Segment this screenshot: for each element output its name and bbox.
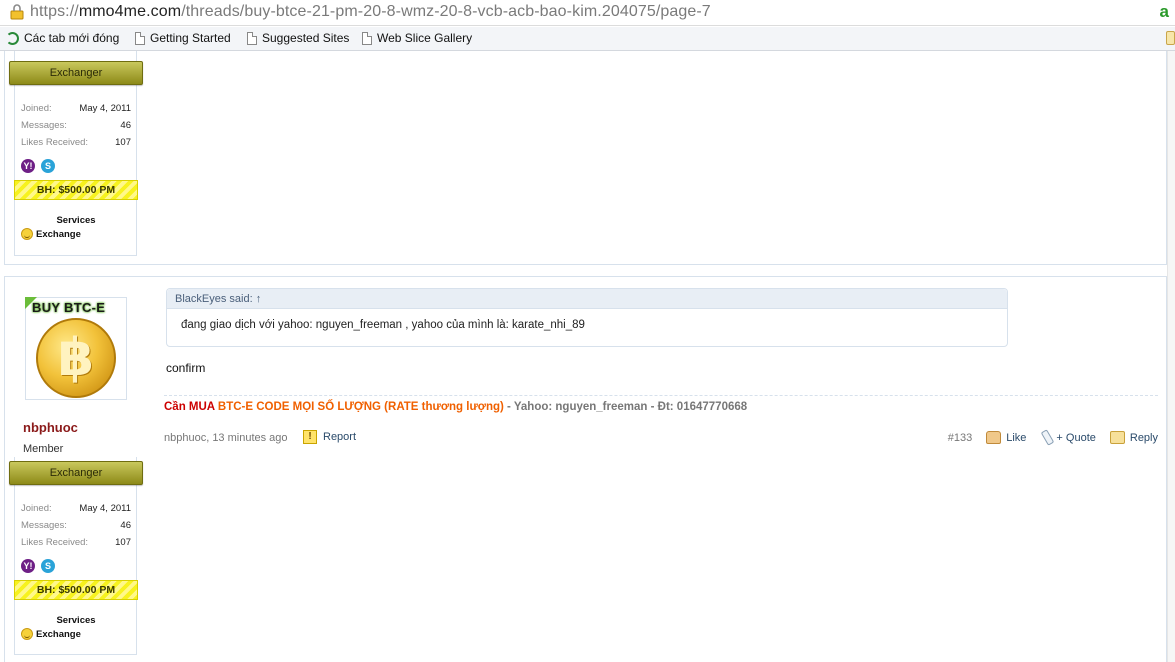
post-meta[interactable]: nbphuoc, 13 minutes ago [164, 432, 288, 444]
services-label: Services [56, 215, 96, 226]
report-button[interactable]: ! Report [303, 430, 356, 444]
like-button[interactable]: Like [986, 431, 1026, 444]
bookmark-closed-tabs[interactable]: Các tab mới đóng [6, 31, 119, 45]
guarantee-badge: BH: $500.00 PM [14, 580, 138, 600]
url-text[interactable]: https://mmo4me.com/threads/buy-btce-21-p… [30, 3, 711, 21]
joined-stat: Joined: May 4, 2011 [21, 103, 131, 114]
likes-stat: Likes Received: 107 [21, 137, 131, 148]
page-icon [247, 31, 257, 45]
avatar[interactable]: BUY BTC-E ฿ [25, 297, 127, 400]
signature-divider [164, 395, 1158, 396]
reply-button[interactable]: Reply [1109, 431, 1158, 444]
bookmarks-bar: Các tab mới đóng Getting Started Suggest… [0, 27, 1175, 51]
warning-icon: ! [303, 430, 317, 444]
folder-icon[interactable] [1166, 31, 1175, 45]
smiley-icon [21, 628, 33, 640]
user-rank-ribbon: Exchanger [9, 61, 143, 85]
vertical-scrollbar[interactable] [1167, 51, 1175, 662]
page-icon [362, 31, 372, 45]
messages-stat: Messages: 46 [21, 120, 131, 131]
post-actions: #133 Like + Quote Reply [948, 429, 1158, 446]
thumbs-up-icon [986, 431, 1002, 444]
guarantee-badge: BH: $500.00 PM [14, 180, 138, 200]
reply-icon [1109, 431, 1125, 444]
post-number[interactable]: #133 [948, 432, 972, 444]
exchange-service: Exchange [21, 228, 81, 240]
exchange-service: Exchange [21, 628, 81, 640]
forum-post: BUY BTC-E ฿ nbphuoc Member Exchanger Joi… [4, 276, 1167, 662]
bitcoin-icon: ฿ [36, 318, 116, 398]
message-text: confirm [166, 361, 206, 375]
yahoo-icon[interactable]: Y! [21, 559, 35, 573]
address-bar[interactable]: https://mmo4me.com/threads/buy-btce-21-p… [0, 0, 1175, 26]
quote-body: đang giao dịch với yahoo: nguyen_freeman… [181, 319, 585, 331]
quote-icon [1041, 429, 1055, 446]
quote-button[interactable]: + Quote [1040, 429, 1096, 446]
services-label: Services [56, 615, 96, 626]
page-icon [135, 31, 145, 45]
lock-icon [10, 4, 24, 20]
quote-block: BlackEyes said: ↑ đang giao dịch với yah… [166, 288, 1008, 347]
skype-icon[interactable]: S [41, 559, 55, 573]
bookmark-getting-started[interactable]: Getting Started [135, 31, 231, 45]
quote-header[interactable]: BlackEyes said: ↑ [167, 289, 1007, 309]
signature: Cần MUA BTC-E CODE MỌI SỐ LƯỢNG (RATE th… [164, 401, 748, 413]
skype-icon[interactable]: S [41, 159, 55, 173]
joined-stat: Joined: May 4, 2011 [21, 503, 131, 514]
user-title: Member [23, 443, 64, 455]
messages-stat: Messages: 46 [21, 520, 131, 531]
forum-post: Exchanger Joined: May 4, 2011 Messages: 46… [4, 51, 1167, 265]
user-rank-ribbon: Exchanger [9, 461, 143, 485]
bookmark-web-slice-gallery[interactable]: Web Slice Gallery [362, 31, 472, 45]
bookmark-suggested-sites[interactable]: Suggested Sites [247, 31, 349, 45]
amazon-extension-icon[interactable]: a [1160, 2, 1169, 22]
smiley-icon [21, 228, 33, 240]
avatar-text: BUY BTC-E [32, 300, 106, 315]
username-link[interactable]: nbphuoc [23, 420, 78, 435]
likes-stat: Likes Received: 107 [21, 537, 131, 548]
yahoo-icon[interactable]: Y! [21, 159, 35, 173]
undo-icon [6, 31, 19, 45]
